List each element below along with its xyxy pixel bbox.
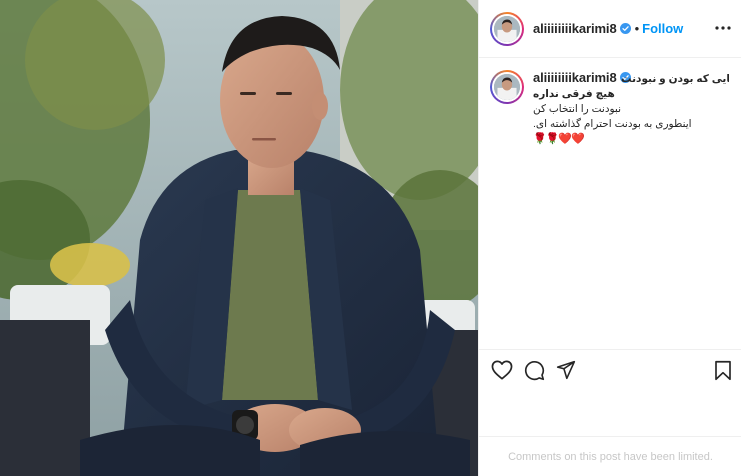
verified-badge-icon [619, 23, 631, 34]
post-photo[interactable] [0, 0, 478, 476]
save-button[interactable] [712, 359, 734, 381]
instagram-post: aliiiiiiiikarimi8 • Follow aliiiiiiiikar… [0, 0, 741, 476]
share-icon [556, 360, 576, 380]
follow-button[interactable]: Follow [642, 21, 683, 36]
post-image [0, 0, 478, 476]
separator-dot: • [634, 21, 640, 36]
comments-limited-notice: Comments on this post have been limited. [479, 436, 741, 476]
caption-line: نبودنت را انتخاب کن [533, 103, 622, 115]
caption-emojis: 🌹🌹❤️❤️ [533, 133, 585, 145]
caption-line: جایی که بودن و نبودنت [621, 73, 729, 85]
username-link[interactable]: aliiiiiiiikarimi8 [533, 21, 617, 36]
more-options-icon [715, 26, 731, 30]
caption-username-link[interactable]: aliiiiiiiikarimi8 [533, 70, 617, 85]
post-sidebar: aliiiiiiiikarimi8 • Follow aliiiiiiiikar… [478, 0, 741, 476]
comment-icon [524, 360, 544, 380]
caption-line: هیچ فرقی نداره [533, 88, 615, 100]
comment-button[interactable] [523, 359, 545, 381]
caption-avatar[interactable] [490, 70, 524, 104]
share-button[interactable] [555, 359, 577, 381]
like-button[interactable] [491, 359, 513, 381]
post-header: aliiiiiiiikarimi8 • Follow [479, 0, 741, 58]
action-bar [479, 349, 741, 389]
post-caption: aliiiiiiiikarimi8 جایی که بودن و نبودنت … [490, 70, 734, 147]
avatar-image [494, 15, 520, 42]
caption-line: .اینطوری به بودنت احترام گذاشته ای [533, 118, 692, 130]
avatar[interactable] [490, 11, 524, 46]
bookmark-icon [715, 360, 731, 380]
avatar-image [494, 74, 520, 100]
heart-icon [491, 360, 513, 380]
more-options-button[interactable] [714, 19, 732, 37]
